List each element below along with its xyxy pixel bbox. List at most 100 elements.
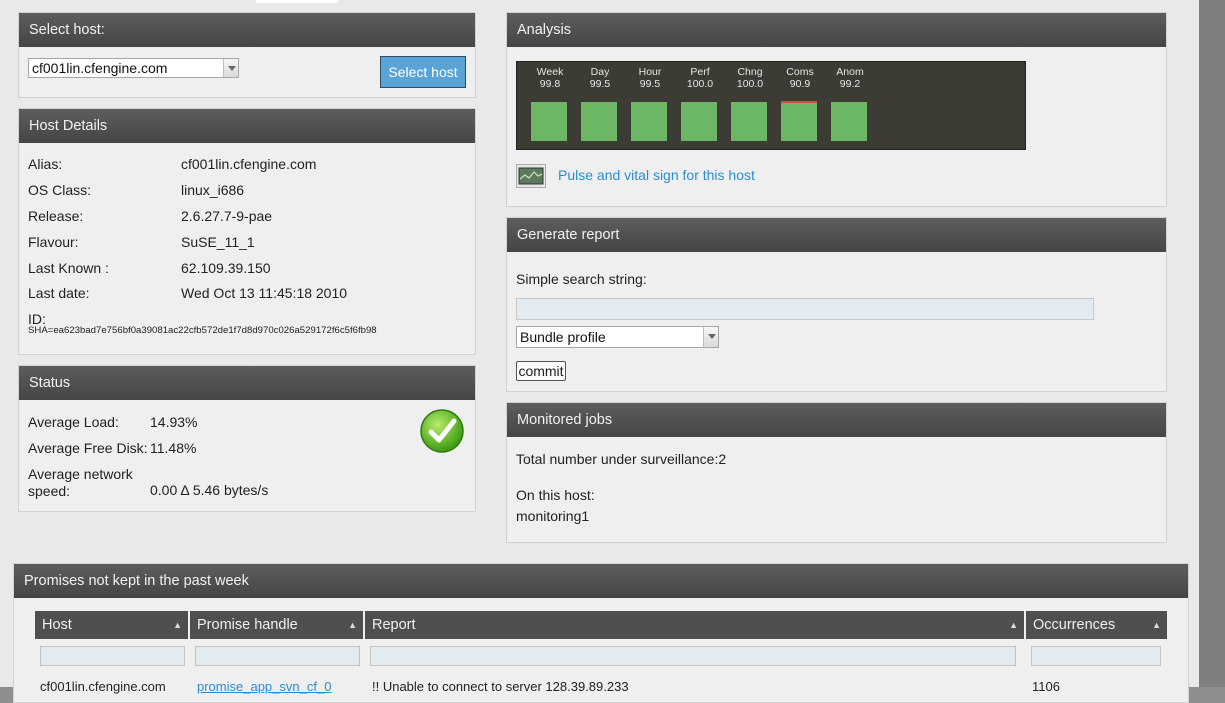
status-disk-row: Average Free Disk: 11.48% [28, 440, 196, 456]
column-label: Promise handle [197, 617, 298, 633]
column-label: Occurrences [1033, 617, 1116, 633]
gauge-label: Week 99.8 [531, 66, 569, 90]
search-label: Simple search string: [516, 271, 647, 287]
detail-key: Alias: [28, 156, 63, 172]
host-details-panel: Host Details Alias: cf001lin.cfengine.co… [18, 108, 476, 355]
sort-icon[interactable]: ▲ [1152, 611, 1161, 639]
gauge-name: Hour [638, 66, 662, 78]
gauge-fill [581, 102, 617, 141]
commit-button[interactable]: commit [516, 361, 566, 381]
report-type-value: Bundle profile [520, 329, 606, 345]
gauge-coms: Coms 90.9 [781, 62, 817, 151]
gauge-fill [631, 102, 667, 141]
gauge-fill [731, 102, 767, 141]
scrollbar-gutter[interactable] [1199, 0, 1225, 687]
gauge-label: Anom 99.2 [831, 66, 869, 90]
promises-not-kept-panel: Promises not kept in the past week Host … [13, 563, 1189, 703]
gauge-value: 90.9 [789, 78, 811, 90]
detail-key: OS Class: [28, 182, 92, 198]
active-tab-indicator [256, 0, 338, 3]
detail-key: Last date: [28, 285, 90, 301]
host-select[interactable]: cf001lin.cfengine.com [28, 58, 239, 78]
gauge-name: Day [590, 66, 610, 78]
filter-host-input[interactable] [40, 646, 185, 666]
chevron-down-icon[interactable] [703, 327, 718, 347]
filter-handle-input[interactable] [195, 646, 360, 666]
pulse-vital-sign-link[interactable]: Pulse and vital sign for this host [558, 167, 755, 183]
gauge-label: Hour 99.5 [631, 66, 669, 90]
status-network-label-1: Average network [28, 466, 133, 482]
detail-value: cf001lin.cfengine.com [181, 156, 317, 172]
host-details-title: Host Details [19, 109, 475, 143]
gauge-chng: Chng 100.0 [731, 62, 767, 151]
detail-value: 2.6.27.7-9-pae [181, 208, 273, 224]
gauge-hour: Hour 99.5 [631, 62, 667, 151]
select-host-button[interactable]: Select host [380, 56, 466, 88]
status-load-value: 14.93% [150, 414, 198, 430]
detail-key: Release: [28, 208, 84, 224]
gauge-value: 100.0 [686, 78, 714, 90]
green-checkmark-icon [420, 409, 464, 453]
column-label: Report [372, 617, 416, 633]
sort-icon[interactable]: ▲ [173, 611, 182, 639]
generate-report-panel: Generate report Simple search string: Bu… [506, 217, 1167, 392]
report-type-select[interactable]: Bundle profile [516, 326, 719, 348]
status-load-label: Average Load: [28, 414, 119, 430]
gauge-label: Perf 100.0 [681, 66, 719, 90]
gauge-name: Week [536, 66, 564, 78]
select-host-title: Select host: [19, 13, 475, 47]
monitored-jobs-panel: Monitored jobs Total number under survei… [506, 402, 1167, 543]
column-label: Host [42, 617, 72, 633]
filter-report-input[interactable] [370, 646, 1016, 666]
gauge-label: Coms 90.9 [781, 66, 819, 90]
status-panel: Status Average Load: 14.93% Average Free… [18, 365, 476, 512]
column-header-promise-handle[interactable]: Promise handle ▲ [190, 611, 365, 639]
chevron-down-icon[interactable] [223, 59, 238, 77]
gauge-label: Day 99.5 [581, 66, 619, 90]
gauge-name: Anom [836, 66, 864, 78]
column-header-report[interactable]: Report ▲ [365, 611, 1026, 639]
detail-value: Wed Oct 13 11:45:18 2010 [181, 285, 348, 301]
generate-report-title: Generate report [507, 218, 1166, 252]
status-disk-value: 11.48% [150, 440, 197, 456]
gauge-week: Week 99.8 [531, 62, 567, 151]
sort-icon[interactable]: ▲ [1009, 611, 1018, 639]
gauge-fill [831, 102, 867, 141]
gauge-anom: Anom 99.2 [831, 62, 867, 151]
gauge-name: Perf [690, 66, 710, 78]
gauge-value: 100.0 [736, 78, 764, 90]
detail-id-value: SHA=ea623bad7e756bf0a39081ac22cfb572de1f… [28, 325, 377, 336]
promises-title: Promises not kept in the past week [14, 564, 1188, 598]
gauge-fill [531, 102, 567, 141]
gauge-value: 99.5 [589, 78, 611, 90]
filter-occurrences-input[interactable] [1031, 646, 1161, 666]
jobs-total: Total number under surveillance:2 [516, 451, 727, 467]
sort-icon[interactable]: ▲ [348, 611, 357, 639]
status-network-value: 0.00 Δ 5.46 bytes/s [150, 482, 269, 498]
gauge-fill [681, 102, 717, 141]
analysis-panel: Analysis Week 99.8 Day 99.5 Hour 99.5 Perf 100.… [506, 12, 1167, 207]
detail-value: linux_i686 [181, 182, 245, 198]
chart-icon[interactable] [516, 164, 546, 188]
gauge-alert-line [781, 101, 817, 103]
search-input[interactable] [516, 298, 1094, 320]
vital-signs-board: Week 99.8 Day 99.5 Hour 99.5 Perf 100.0 Chng 100.… [516, 61, 1026, 150]
status-disk-label: Average Free Disk: [28, 440, 148, 456]
monitored-jobs-title: Monitored jobs [507, 403, 1166, 437]
gauge-perf: Perf 100.0 [681, 62, 717, 151]
promises-table: Host ▲ Promise handle ▲ Report ▲ Occurre… [35, 611, 1167, 694]
column-header-host[interactable]: Host ▲ [35, 611, 190, 639]
detail-key: Flavour: [28, 234, 79, 250]
gauge-name: Chng [737, 66, 763, 78]
status-network-label-2: speed: [28, 483, 71, 499]
status-title: Status [19, 366, 475, 400]
jobs-item: monitoring1 [516, 508, 590, 524]
column-header-occurrences[interactable]: Occurrences ▲ [1026, 611, 1167, 639]
gauge-value: 99.5 [639, 78, 661, 90]
jobs-on-host-label: On this host: [516, 487, 595, 503]
host-select-value: cf001lin.cfengine.com [32, 60, 168, 76]
gauge-label: Chng 100.0 [731, 66, 769, 90]
detail-key: Last Known : [28, 260, 109, 276]
gauge-fill [781, 102, 817, 141]
gauge-name: Coms [786, 66, 814, 78]
